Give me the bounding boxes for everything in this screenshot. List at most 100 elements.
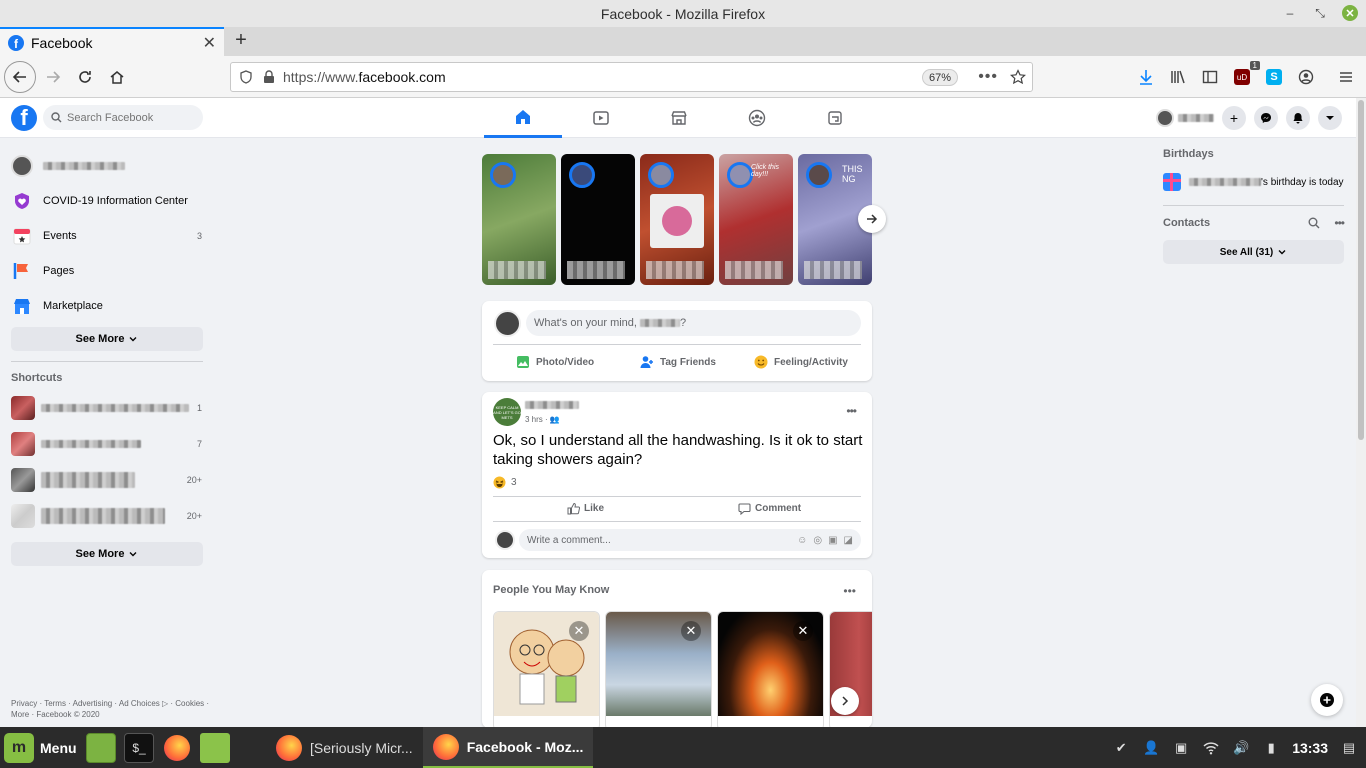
story-card[interactable]: Click this day!!! [719,154,793,285]
shortcut-item[interactable]: 20+ [0,498,215,534]
sidebar-item-label: Events [43,229,77,242]
minimize-button[interactable]: – [1282,5,1298,21]
zoom-indicator[interactable]: 67% [921,69,958,86]
home-button[interactable] [102,62,132,92]
footer-links[interactable]: Privacy · Terms · Advertising · Ad Choic… [11,698,211,720]
story-card[interactable] [482,154,556,285]
reload-button[interactable] [70,62,100,92]
close-tab-icon[interactable]: ✕ [203,33,216,53]
see-all-contacts-button[interactable]: See All (31) [1163,240,1344,264]
downloads-icon[interactable] [1136,67,1156,87]
firefox-launcher-icon[interactable] [162,733,192,763]
nav-watch[interactable] [562,98,640,138]
dismiss-suggestion-button[interactable]: ✕ [569,621,589,641]
gif-icon[interactable]: ▣ [828,535,837,546]
shortcut-item[interactable]: 1 [0,390,215,426]
url-bar[interactable]: https://www.facebook.com 67% ••• [230,62,1033,92]
like-button[interactable]: Like [567,502,604,515]
sticker-icon[interactable]: ◪ [844,535,853,546]
search-box[interactable] [43,105,203,130]
battery-icon[interactable]: ▮ [1262,739,1280,757]
new-tab-button[interactable]: + [230,29,252,51]
new-message-button[interactable] [1311,684,1343,716]
divider [493,344,861,345]
taskbar-window-seriously[interactable]: [Seriously Micr... [266,727,423,768]
stories-next-button[interactable] [858,205,886,233]
files-icon[interactable] [200,732,230,763]
suggestion-card[interactable]: ✕ [605,611,712,728]
nav-gaming[interactable] [796,98,874,138]
library-icon[interactable] [1168,67,1188,87]
volume-icon[interactable]: 🔊 [1232,739,1250,757]
sidebar-item-pages[interactable]: Pages [0,253,215,288]
nav-home[interactable] [484,98,562,138]
photo-video-button[interactable]: Photo/Video [516,351,594,373]
close-window-button[interactable]: ✕ [1342,5,1358,21]
start-menu-button[interactable]: m Menu [4,732,86,763]
facebook-logo[interactable]: f [11,105,37,131]
divider [1163,205,1344,206]
see-more-button[interactable]: See More [11,327,203,351]
dismiss-suggestion-button[interactable]: ✕ [793,621,813,641]
post-options-button[interactable]: ••• [846,404,857,418]
profile-link[interactable] [1156,109,1214,127]
create-button[interactable]: + [1222,106,1246,130]
messenger-button[interactable] [1254,106,1278,130]
comment-input[interactable]: Write a comment... ☺ ◎ ▣ ◪ [519,529,861,551]
hamburger-menu-icon[interactable] [1336,67,1356,87]
notifications-icon[interactable]: ▤ [1340,739,1358,757]
back-button[interactable] [4,61,36,93]
sidebar-icon[interactable] [1200,67,1220,87]
sidebar-item-marketplace[interactable]: Marketplace [0,288,215,323]
dismiss-suggestion-button[interactable]: ✕ [681,621,701,641]
suggestion-card[interactable]: ✕ [717,611,824,728]
post-reactions[interactable]: 3 [493,476,517,489]
comment-button[interactable]: Comment [738,502,801,515]
suggestion-card[interactable]: ✕ [493,611,600,728]
show-desktop-icon[interactable] [86,732,116,763]
camera-icon[interactable]: ◎ [813,535,822,546]
search-input[interactable] [67,111,187,124]
feeling-activity-button[interactable]: Feeling/Activity [754,351,848,373]
post-time[interactable]: 3 hrs · 👥 [525,415,560,424]
skype-extension-icon[interactable]: S [1264,67,1284,87]
ublock-extension-icon[interactable]: uD 1 [1232,61,1260,87]
wifi-icon[interactable] [1202,739,1220,757]
account-menu-button[interactable] [1318,106,1342,130]
tab-facebook[interactable]: f Facebook ✕ [0,27,224,56]
sidebar-item-events[interactable]: Events 3 [0,218,215,253]
clock[interactable]: 13:33 [1292,740,1328,756]
sidebar-item-profile[interactable] [0,148,215,183]
search-icon[interactable] [1308,217,1320,229]
system-taskbar: m Menu $_ [Seriously Micr... Facebook - … [0,727,1366,768]
maximize-button[interactable]: ⤡ [1312,5,1328,21]
notifications-button[interactable] [1286,106,1310,130]
forward-button[interactable] [38,62,68,92]
emoji-icon[interactable]: ☺ [797,535,807,546]
birthday-notice[interactable]: 's birthday is today [1163,173,1344,191]
page-scrollbar[interactable] [1356,98,1366,727]
taskbar-window-facebook[interactable]: Facebook - Moz... [422,727,594,768]
nav-marketplace[interactable] [640,98,718,138]
user-icon[interactable]: 👤 [1142,739,1160,757]
nav-groups[interactable] [718,98,796,138]
update-manager-icon[interactable]: ▣ [1172,739,1190,757]
shield-check-icon[interactable]: ✔ [1112,739,1130,757]
story-card[interactable] [640,154,714,285]
shortcut-item[interactable]: 7 [0,426,215,462]
pymk-options-button[interactable]: ••• [843,584,856,598]
pymk-next-button[interactable] [831,687,859,715]
sidebar-item-covid[interactable]: COVID-19 Information Center [0,183,215,218]
post-author[interactable] [525,401,579,409]
account-icon[interactable] [1296,67,1316,87]
page-actions-icon[interactable]: ••• [978,68,998,86]
terminal-icon[interactable]: $_ [124,732,154,763]
see-more-shortcuts-button[interactable]: See More [11,542,203,566]
shortcut-item[interactable]: 20+ [0,462,215,498]
scrollbar-thumb[interactable] [1358,100,1364,440]
post-avatar[interactable]: KEEP CALM AND LET'S GO METS [493,398,521,426]
contacts-options-icon[interactable]: ••• [1334,216,1345,230]
tag-friends-button[interactable]: Tag Friends [640,351,716,373]
story-card[interactable] [561,154,635,285]
composer-input[interactable]: What's on your mind, ? [526,310,861,336]
